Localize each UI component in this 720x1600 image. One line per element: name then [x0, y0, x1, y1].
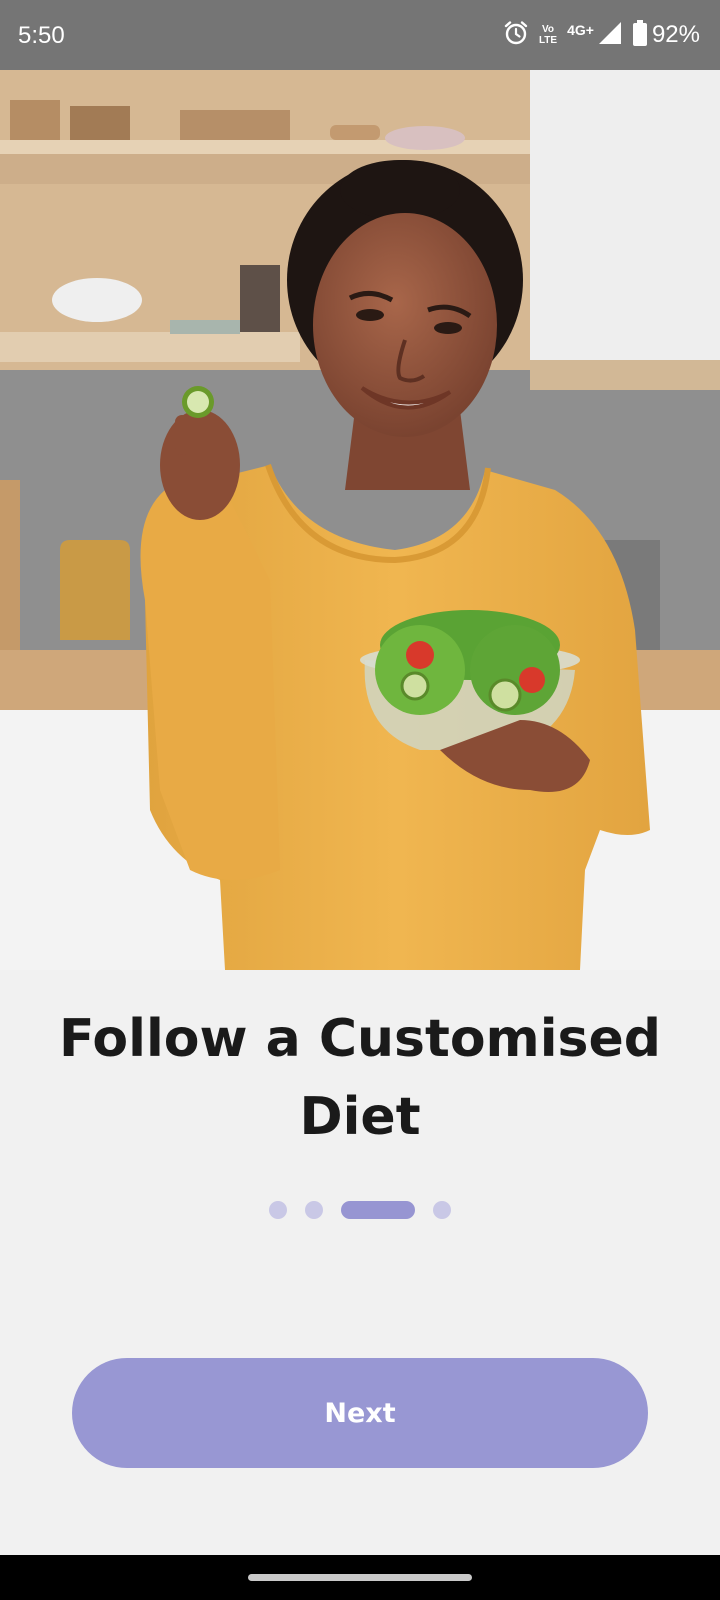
page-indicator [0, 1200, 720, 1220]
status-bar: 5:50 Vo LTE 4G+ 92% [0, 0, 720, 70]
hero-image [0, 70, 720, 970]
alarm-icon [503, 20, 529, 50]
page-dot-3-active[interactable] [341, 1201, 415, 1219]
home-gesture-handle[interactable] [248, 1574, 472, 1581]
battery-percentage: 92% [651, 21, 700, 48]
woman-holding-salad-photo [0, 70, 720, 970]
battery-icon [632, 20, 648, 50]
status-icons: Vo LTE 4G+ 92% [493, 18, 700, 52]
signal-icon [598, 21, 622, 49]
onboarding-title: Follow a Customised Diet [58, 1009, 661, 1147]
volte-icon: Vo LTE [538, 24, 558, 46]
next-button[interactable]: Next [72, 1358, 648, 1468]
page-dot-2[interactable] [305, 1201, 323, 1219]
page-dot-1[interactable] [269, 1201, 287, 1219]
network-type: 4G+ [567, 22, 594, 38]
navigation-bar [0, 1555, 720, 1600]
page-dot-4[interactable] [433, 1201, 451, 1219]
status-time: 5:50 [18, 22, 65, 49]
